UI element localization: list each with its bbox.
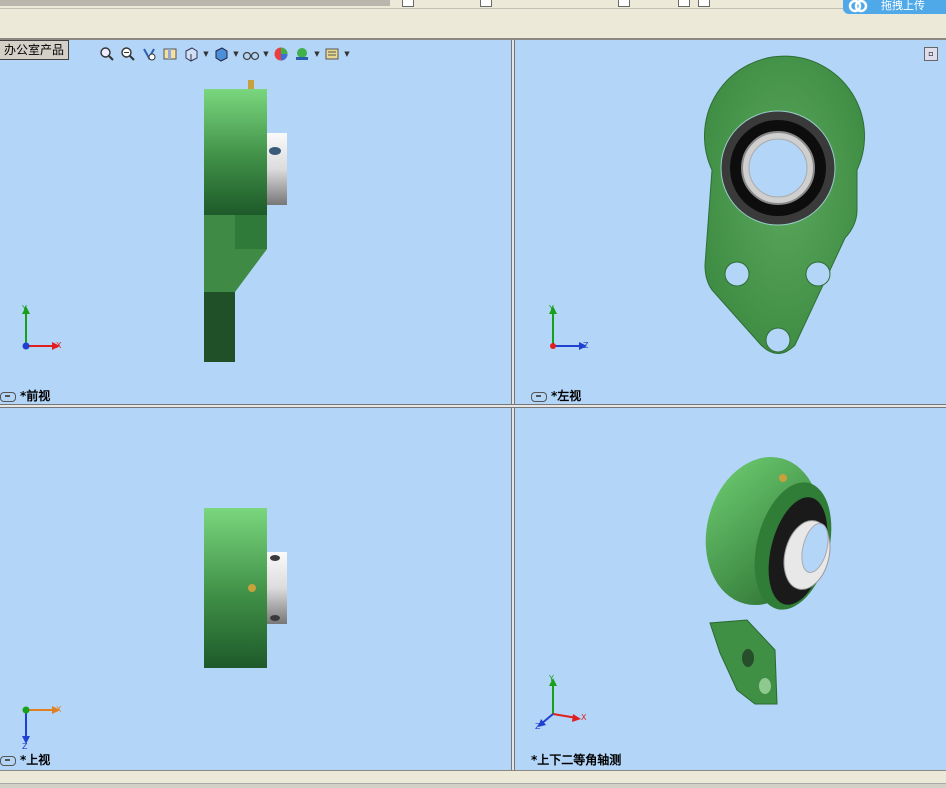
left-axis-z: Z: [583, 341, 589, 350]
front-axis-y: Y: [22, 304, 27, 313]
top-strip: 拖拽上传: [0, 0, 946, 40]
top-view-name: *上视: [20, 753, 51, 767]
left-axis-y: Y: [549, 304, 554, 313]
display-style-icon[interactable]: [212, 45, 230, 63]
zoom-area-icon[interactable]: [119, 45, 137, 63]
top-toolbar-fragment: [398, 0, 838, 7]
chevron-down-icon[interactable]: ▼: [263, 45, 269, 63]
upload-label: 拖拽上传: [881, 0, 925, 12]
link-view-icon[interactable]: [531, 391, 547, 402]
view-orientation-icon[interactable]: [182, 45, 200, 63]
viewport-front[interactable]: Y X *前视: [0, 40, 511, 404]
section-view-icon[interactable]: [161, 45, 179, 63]
heads-up-view-toolbar: ▼ ▼ ▼ ▼ ▼: [98, 44, 350, 64]
top-view-label: *上视: [0, 751, 50, 768]
link-view-icon[interactable]: [0, 755, 16, 766]
chevron-down-icon[interactable]: ▼: [314, 45, 320, 63]
upload-button[interactable]: 拖拽上传: [843, 0, 946, 14]
product-tab[interactable]: 办公室产品: [0, 40, 70, 60]
viewport-left[interactable]: Y Z *左视 ▫: [515, 40, 946, 404]
iso-view-label: *上下二等角轴测: [531, 751, 621, 768]
view-settings-icon[interactable]: [323, 45, 341, 63]
cloud-upload-icon: [847, 0, 869, 13]
viewport-isometric[interactable]: Y X Z *上下二等角轴测: [515, 408, 946, 770]
left-view-label: *左视: [531, 387, 581, 404]
link-view-icon[interactable]: [0, 391, 16, 402]
zoom-to-fit-icon[interactable]: [98, 45, 116, 63]
chevron-down-icon[interactable]: ▼: [203, 45, 209, 63]
apply-scene-icon[interactable]: [293, 45, 311, 63]
iso-axis-triad: [538, 678, 581, 727]
front-view-name: *前视: [20, 389, 51, 403]
viewport-maximize-button[interactable]: ▫: [924, 47, 938, 61]
chevron-down-icon[interactable]: ▼: [233, 45, 239, 63]
top-view-part: [204, 508, 287, 668]
front-axis-x: X: [56, 341, 62, 350]
status-bar: [0, 770, 946, 788]
viewport-top[interactable]: X Z *上视: [0, 408, 511, 770]
left-view-name: *左视: [551, 389, 582, 403]
top-axis-z: Z: [22, 742, 28, 751]
viewport-splitter-horizontal[interactable]: [0, 404, 946, 408]
front-view-part: [204, 80, 287, 362]
top-scrollbar[interactable]: [0, 0, 390, 6]
iso-view-name: *上下二等角轴测: [531, 753, 622, 767]
iso-axis-x: X: [581, 713, 587, 722]
hide-show-items-icon[interactable]: [242, 45, 260, 63]
chevron-down-icon[interactable]: ▼: [344, 45, 350, 63]
front-view-label: *前视: [0, 387, 50, 404]
edit-appearance-icon[interactable]: [272, 45, 290, 63]
iso-axis-y: Y: [549, 674, 554, 683]
top-axis-x: X: [56, 705, 62, 714]
iso-axis-z: Z: [535, 722, 541, 731]
previous-view-icon[interactable]: [140, 45, 158, 63]
top-separator: [0, 8, 946, 9]
